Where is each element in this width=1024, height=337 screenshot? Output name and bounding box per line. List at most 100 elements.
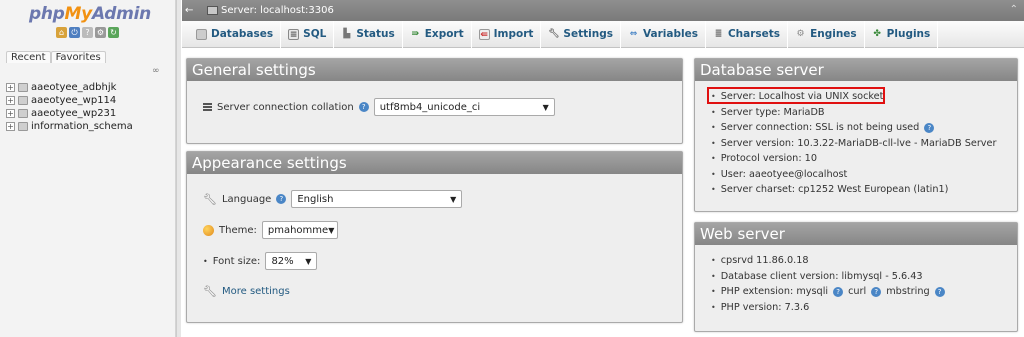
home-icon[interactable]: ⌂ <box>56 27 67 38</box>
tab-sql[interactable]: ≡ SQL <box>281 20 335 48</box>
server-icon <box>207 6 218 15</box>
expand-icon[interactable]: + <box>6 96 15 105</box>
server-title[interactable]: Server: localhost:3306 <box>221 5 334 16</box>
collation-row: Server connection collation ? utf8mb4_un… <box>203 98 555 116</box>
list-item: • Server version: 10.3.22-MariaDB-cll-lve… <box>711 137 997 149</box>
collation-icon <box>203 103 212 111</box>
server-breadcrumb-bar: ← Server: localhost:3306 ⌃ <box>182 0 1024 21</box>
general-settings-panel: General settings Server connection colla… <box>186 58 683 144</box>
import-icon: ⇚ <box>478 28 490 40</box>
tab-export[interactable]: ⇛ Export <box>403 20 472 48</box>
top-menu: Databases ≡ SQL ▙ Status ⇛ Export ⇚ Import 🔧… <box>182 20 1024 48</box>
database-icon <box>18 96 28 105</box>
tab-plugins[interactable]: ✤ Plugins <box>865 20 939 48</box>
database-tree: + aaeotyee_adbhjk + aaeotyee_wp114 + aaeoty… <box>6 81 133 133</box>
dropdown-arrow-icon: ▼ <box>450 194 457 204</box>
tab-status[interactable]: ▙ Status <box>334 20 403 48</box>
database-item[interactable]: + aaeotyee_wp231 <box>6 107 133 120</box>
list-item: • Protocol version: 10 <box>711 153 817 165</box>
help-icon[interactable]: ? <box>871 286 882 297</box>
database-item[interactable]: + information_schema <box>6 120 133 133</box>
link-with-main-panel-icon[interactable]: ∞ <box>152 66 160 76</box>
database-icon <box>18 109 28 118</box>
language-icon: 🔧︎ <box>203 192 217 206</box>
theme-select[interactable]: pmahomme ▼ <box>261 221 338 239</box>
tab-charsets[interactable]: ≣ Charsets <box>706 20 789 48</box>
export-icon: ⇛ <box>411 28 420 39</box>
status-icon: ▙ <box>343 28 351 39</box>
list-item: • PHP version: 7.3.6 <box>711 301 810 313</box>
database-icon <box>18 122 28 131</box>
fontsize-row: • Font size: 82% ▼ <box>203 252 318 270</box>
tab-settings[interactable]: 🔧︎ Settings <box>541 20 621 48</box>
tab-favorites[interactable]: Favorites <box>50 51 106 63</box>
database-item[interactable]: + aaeotyee_wp114 <box>6 94 133 107</box>
navigation-resizer[interactable] <box>176 0 181 337</box>
variables-icon: ⇔ <box>629 28 638 39</box>
engines-icon: ⚙ <box>796 28 805 39</box>
web-server-heading: Web server <box>695 223 1017 245</box>
theme-label: Theme: <box>219 224 257 236</box>
general-settings-heading: General settings <box>187 59 682 81</box>
navigation-panel: phpMyAdmin ⌂ ⏻ ? ⚙ ↻ Recent Favorites ∞ … <box>0 0 176 337</box>
web-server-panel: Web server • cpsrvd 11.86.0.18 • Database … <box>694 222 1018 332</box>
theme-row: Theme: pmahomme ▼ <box>203 221 338 239</box>
tab-variables[interactable]: ⇔ Variables <box>621 20 706 48</box>
database-icon <box>18 83 28 92</box>
collation-select[interactable]: utf8mb4_unicode_ci ▼ <box>373 98 555 116</box>
database-item[interactable]: + aaeotyee_adbhjk <box>6 81 133 94</box>
language-row: 🔧︎ Language ? English ▼ <box>203 190 463 208</box>
database-server-heading: Database server <box>695 59 1017 81</box>
appearance-settings-heading: Appearance settings <box>187 152 682 174</box>
recent-favorites-tabs: Recent Favorites <box>6 51 106 63</box>
appearance-settings-panel: Appearance settings 🔧︎ Language ? Englis… <box>186 151 683 323</box>
help-icon[interactable]: ? <box>833 286 844 297</box>
tab-engines[interactable]: ⚙ Engines <box>788 20 865 48</box>
expand-icon[interactable]: + <box>6 83 15 92</box>
tab-recent[interactable]: Recent <box>6 51 51 63</box>
help-icon[interactable]: ? <box>358 102 369 112</box>
settings-gear-icon[interactable]: ⚙ <box>95 27 106 38</box>
language-label: Language <box>221 193 272 205</box>
more-settings-row: 🔧︎ More settings <box>203 285 290 298</box>
back-arrow-icon[interactable]: ← <box>185 5 199 16</box>
help-icon[interactable]: ? <box>924 122 935 133</box>
more-settings-link[interactable]: More settings <box>222 286 290 297</box>
database-icon <box>196 28 207 40</box>
list-item: • cpsrvd 11.86.0.18 <box>711 255 809 267</box>
logout-icon[interactable]: ⏻ <box>69 27 80 38</box>
charsets-icon: ≣ <box>714 28 723 39</box>
list-item: • PHP extension: mysqli? curl? mbstring? <box>711 284 945 300</box>
expand-icon[interactable]: + <box>6 122 15 131</box>
fontsize-select[interactable]: 82% ▼ <box>265 252 318 270</box>
server-highlight-box <box>707 87 885 104</box>
database-server-info-list: • Server: Localhost via UNIX socket • Serv… <box>711 89 996 198</box>
tab-import[interactable]: ⇚ Import <box>472 20 542 48</box>
list-item: • Server connection: SSL is not being use… <box>711 120 996 136</box>
dropdown-arrow-icon: ▼ <box>328 225 335 235</box>
theme-palette-icon <box>203 224 214 236</box>
list-item: • Database client version: libmysql - 5.6… <box>711 270 923 282</box>
dropdown-arrow-icon: ▼ <box>305 256 312 266</box>
wrench-icon: 🔧︎ <box>203 285 217 298</box>
fontsize-label: Font size: <box>212 255 261 267</box>
list-item: • Server type: MariaDB <box>711 106 825 118</box>
reload-icon[interactable]: ↻ <box>108 27 119 38</box>
sql-icon: ≡ <box>288 28 300 40</box>
docs-icon[interactable]: ? <box>82 27 93 38</box>
plugins-icon: ✤ <box>873 28 881 39</box>
list-item: • Server charset: cp1252 West European (l… <box>711 184 949 196</box>
collation-label: Server connection collation <box>217 101 354 113</box>
nav-quick-icons: ⌂ ⏻ ? ⚙ ↻ <box>56 27 119 38</box>
help-icon[interactable]: ? <box>276 194 287 204</box>
web-server-info-list: • cpsrvd 11.86.0.18 • Database client vers… <box>711 253 945 315</box>
list-item: • User: aaeotyee@localhost <box>711 168 848 180</box>
help-icon[interactable]: ? <box>934 286 945 297</box>
dropdown-arrow-icon: ▼ <box>542 102 549 112</box>
phpmyadmin-logo[interactable]: phpMyAdmin <box>29 4 151 24</box>
expand-icon[interactable]: + <box>6 109 15 118</box>
language-select[interactable]: English ▼ <box>291 190 463 208</box>
database-server-panel: Database server • Server: Localhost via U… <box>694 58 1018 212</box>
tab-databases[interactable]: Databases <box>189 20 282 48</box>
collapse-icon[interactable]: ⌃ <box>1010 4 1018 15</box>
